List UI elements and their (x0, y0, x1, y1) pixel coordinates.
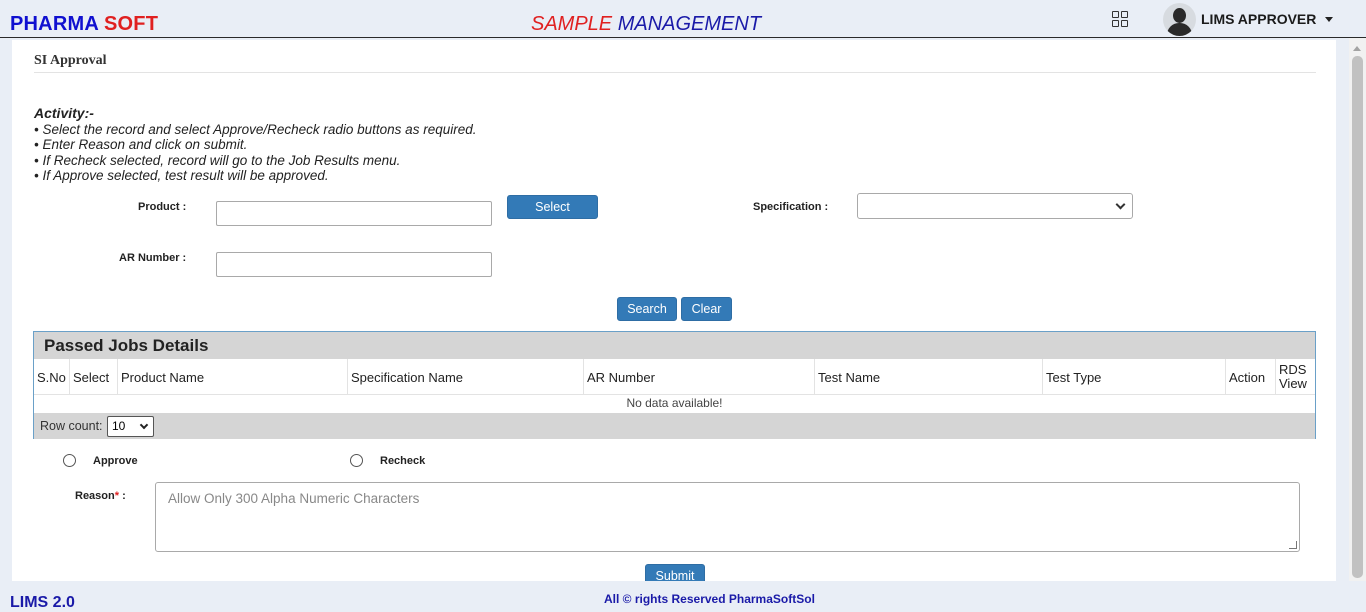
reason-label: Reason* : (75, 490, 126, 502)
clear-button[interactable]: Clear (681, 297, 732, 321)
chevron-down-icon[interactable] (1325, 17, 1333, 22)
column-header[interactable]: Select (69, 359, 117, 395)
activity-line: • If Approve selected, test result will … (34, 168, 329, 183)
column-header[interactable]: Test Type (1042, 359, 1225, 395)
app-title-1: SAMPLE (531, 13, 618, 35)
activity-line: • Enter Reason and click on submit. (34, 137, 248, 152)
user-name[interactable]: LIMS APPROVER (1201, 11, 1316, 27)
reason-colon: : (119, 490, 126, 502)
version-label: LIMS 2.0 (10, 594, 75, 611)
select-button[interactable]: Select (507, 195, 598, 219)
chevron-down-icon (139, 420, 149, 430)
app-title: SAMPLE MANAGEMENT (531, 13, 761, 36)
page-footer: LIMS 2.0 All © rights Reserved PharmaSof… (0, 581, 1366, 612)
table-header-row: S.No Select Product Name Specification N… (34, 359, 1315, 395)
table-footer: Row count: 10 (34, 413, 1315, 439)
row-count-select[interactable]: 10 (107, 416, 154, 437)
top-header: PHARMA SOFT SAMPLE MANAGEMENT LIMS APPRO… (0, 0, 1366, 38)
brand-text-1: PHARMA (10, 13, 104, 35)
column-header[interactable]: AR Number (583, 359, 814, 395)
avatar[interactable] (1163, 3, 1196, 36)
panel-title: Passed Jobs Details (44, 336, 209, 355)
reason-textarea[interactable]: Allow Only 300 Alpha Numeric Characters (155, 482, 1300, 552)
row-count-value: 10 (112, 419, 126, 433)
column-header[interactable]: S.No (34, 359, 69, 395)
grid-icon[interactable] (1112, 11, 1128, 27)
resize-handle-icon[interactable] (1289, 541, 1297, 549)
brand-logo: PHARMA SOFT (10, 13, 158, 36)
column-header[interactable]: RDS View (1275, 359, 1315, 395)
scrollbar-thumb[interactable] (1352, 56, 1363, 578)
submit-button[interactable]: Submit (645, 564, 705, 581)
vertical-scrollbar[interactable] (1349, 38, 1366, 581)
brand-text-2: SOFT (104, 13, 159, 35)
row-count-label: Row count: (40, 419, 103, 433)
scroll-up-icon[interactable] (1353, 46, 1361, 51)
content-card: SI Approval Activity:- • Select the reco… (12, 40, 1336, 581)
column-header[interactable]: Specification Name (347, 359, 583, 395)
reason-placeholder: Allow Only 300 Alpha Numeric Characters (168, 491, 420, 506)
recheck-label[interactable]: Recheck (380, 455, 425, 467)
approve-radio[interactable] (63, 454, 76, 467)
empty-message: No data available! (626, 396, 723, 410)
ar-number-input[interactable] (216, 252, 492, 277)
search-button[interactable]: Search (617, 297, 677, 321)
activity-heading: Activity:- (34, 105, 94, 121)
approve-label[interactable]: Approve (93, 455, 138, 467)
activity-line: • Select the record and select Approve/R… (34, 121, 477, 137)
column-header[interactable]: Product Name (117, 359, 347, 395)
copyright-text: All © rights Reserved PharmaSoftSol (604, 592, 815, 606)
chevron-down-icon (1115, 199, 1126, 210)
panel-header: Passed Jobs Details (34, 332, 1315, 359)
reason-label-text: Reason (75, 490, 115, 502)
product-input[interactable] (216, 201, 492, 226)
recheck-radio[interactable] (350, 454, 363, 467)
activity-instructions: Activity:- • Select the record and selec… (34, 105, 477, 184)
specification-select[interactable] (857, 193, 1133, 219)
app-title-2: MANAGEMENT (617, 13, 762, 35)
product-label: Product : (138, 201, 187, 213)
activity-line: • If Recheck selected, record will go to… (34, 152, 401, 168)
column-header[interactable]: Test Name (814, 359, 1042, 395)
title-divider (34, 72, 1316, 73)
passed-jobs-panel: Passed Jobs Details S.No Select Product … (33, 331, 1316, 439)
page-title: SI Approval (34, 53, 107, 68)
column-header[interactable]: Action (1225, 359, 1275, 395)
specification-label: Specification : (753, 201, 829, 213)
ar-number-label: AR Number : (119, 252, 187, 264)
